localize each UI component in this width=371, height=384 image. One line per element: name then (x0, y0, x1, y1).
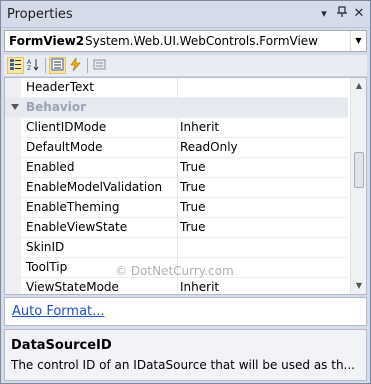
properties-icon[interactable] (49, 57, 66, 74)
property-row-enableviewstate[interactable]: EnableViewState True (5, 218, 348, 238)
property-row-headertext[interactable]: HeaderText (5, 78, 348, 98)
column-divider (177, 118, 178, 138)
property-value[interactable]: True (180, 200, 206, 214)
column-divider (177, 178, 178, 198)
close-icon[interactable]: ✕ (351, 6, 367, 22)
category-name: Behavior (26, 100, 87, 114)
pin-icon[interactable] (334, 6, 350, 22)
events-icon[interactable] (67, 57, 84, 74)
property-name: Enabled (26, 160, 75, 174)
collapse-icon[interactable] (11, 104, 19, 110)
property-name: EnableModelValidation (26, 180, 163, 194)
toolbar-separator (45, 58, 46, 73)
property-name: ViewStateMode (26, 280, 119, 294)
property-value[interactable]: True (180, 220, 206, 234)
alphabetical-icon[interactable]: AZ (25, 57, 42, 74)
property-row-clientidmode[interactable]: ClientIDMode Inherit (5, 118, 348, 138)
property-row-enablemodelvalidation[interactable]: EnableModelValidation True (5, 178, 348, 198)
property-pages-icon[interactable] (91, 57, 108, 74)
watermark: © DotNetCurry.com (115, 264, 234, 278)
property-row-enabled[interactable]: Enabled True (5, 158, 348, 178)
property-name: SkinID (26, 240, 65, 254)
property-name: ToolTip (26, 260, 68, 274)
property-value[interactable]: Inherit (180, 120, 219, 134)
property-value[interactable]: Inherit (180, 280, 219, 294)
property-name: EnableTheming (26, 200, 120, 214)
scroll-up-icon[interactable]: ▲ (351, 78, 366, 94)
description-text: The control ID of an IDataSource that wi… (11, 358, 355, 372)
description-pane: DataSourceID The control ID of an IDataS… (4, 329, 367, 381)
property-row-defaultmode[interactable]: DefaultMode ReadOnly (5, 138, 348, 158)
column-divider (177, 138, 178, 158)
column-divider (177, 238, 178, 258)
property-name: HeaderText (26, 80, 94, 94)
categorized-icon[interactable] (7, 57, 24, 74)
scrollbar-thumb[interactable] (354, 152, 364, 188)
property-name: EnableViewState (26, 220, 128, 234)
properties-window: Properties ▾ ✕ FormView2 System.Web.UI.W… (0, 0, 371, 384)
property-value[interactable]: True (180, 160, 206, 174)
description-title: DataSourceID (11, 338, 112, 353)
properties-toolbar: AZ (4, 55, 367, 77)
chevron-down-icon[interactable]: ▼ (350, 31, 366, 51)
column-divider (177, 78, 178, 98)
column-divider (177, 158, 178, 178)
property-name: ClientIDMode (26, 120, 107, 134)
svg-text:Z: Z (27, 65, 31, 71)
commands-pane: Auto Format... (4, 297, 367, 326)
scroll-down-icon[interactable]: ▼ (351, 278, 366, 294)
object-selector[interactable]: FormView2 System.Web.UI.WebControls.Form… (4, 30, 367, 52)
property-value[interactable]: ReadOnly (180, 140, 238, 154)
toolbar-separator (87, 58, 88, 73)
property-row-skinid[interactable]: SkinID (5, 238, 348, 258)
column-divider (177, 278, 178, 294)
window-position-dropdown-icon[interactable]: ▾ (316, 6, 332, 22)
auto-format-link[interactable]: Auto Format... (12, 304, 105, 319)
property-value[interactable]: True (180, 180, 206, 194)
column-divider (177, 198, 178, 218)
property-row-viewstatemode[interactable]: ViewStateMode Inherit (5, 278, 348, 294)
window-title: Properties (7, 7, 73, 22)
property-name: DefaultMode (26, 140, 103, 154)
vertical-scrollbar[interactable]: ▲ ▼ (350, 78, 366, 294)
property-row-enabletheming[interactable]: EnableTheming True (5, 198, 348, 218)
category-row-behavior[interactable]: Behavior (5, 98, 348, 118)
property-grid: HeaderText Behavior ClientIDMode Inherit… (4, 77, 367, 295)
column-divider (177, 218, 178, 238)
selected-object-name: FormView2 (9, 34, 85, 48)
selected-object-type: System.Web.UI.WebControls.FormView (85, 34, 318, 48)
title-bar: Properties ▾ ✕ (1, 1, 370, 28)
